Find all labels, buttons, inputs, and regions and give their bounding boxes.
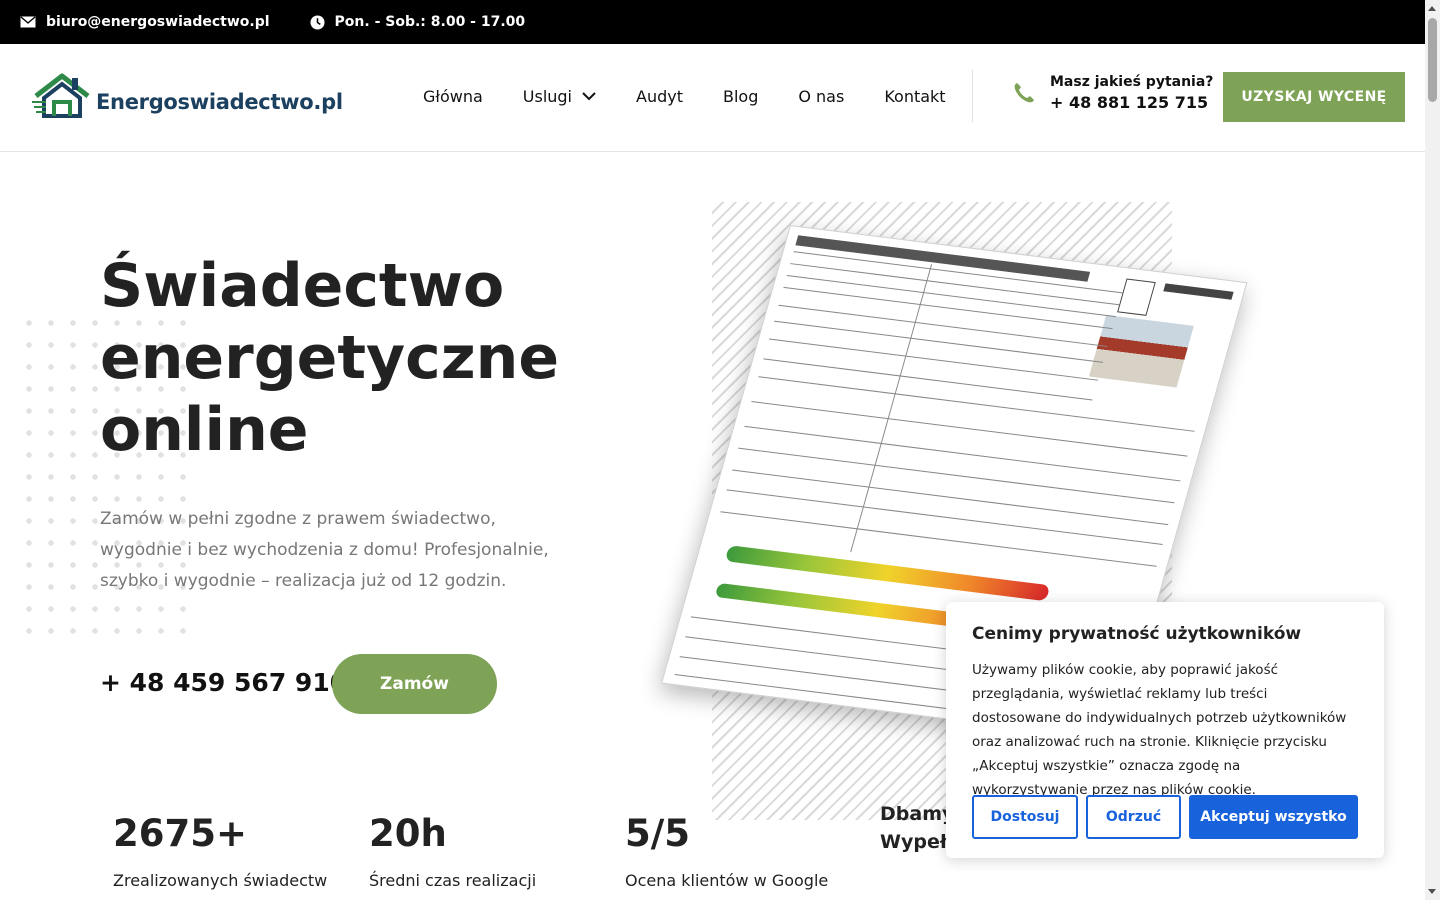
stat-number: 2675+ (113, 812, 247, 855)
scrollbar-thumb[interactable] (1428, 18, 1437, 102)
doc-signature-icon (1117, 278, 1156, 316)
nav-blog[interactable]: Blog (723, 87, 758, 106)
cookie-accept-all-button[interactable]: Akceptuj wszystko (1189, 795, 1358, 839)
cookie-title: Cenimy prywatność użytkowników (972, 624, 1302, 644)
stat-label: Ocena klientów w Google (625, 871, 829, 890)
get-quote-button[interactable]: UZYSKAJ WYCENĘ (1223, 72, 1405, 122)
topbar-email[interactable]: biuro@energoswiadectwo.pl (20, 14, 270, 30)
phone-icon (1014, 83, 1034, 103)
cookie-reject-button[interactable]: Odrzuć (1086, 795, 1181, 839)
partial-line-1: Dbamy (880, 803, 955, 825)
doc-row-line (744, 425, 1181, 482)
doc-row-line (783, 286, 1113, 330)
doc-row-line (738, 447, 1175, 504)
contact-phone[interactable]: + 48 881 125 715 (1050, 93, 1213, 112)
hero-title-line-2: energetyczne (100, 323, 560, 393)
nav-uslugi-label: Uslugi (522, 87, 572, 106)
nav-glowna[interactable]: Główna (423, 87, 483, 106)
doc-row-line (778, 304, 1108, 347)
cookie-customize-button[interactable]: Dostosuj (972, 795, 1078, 839)
doc-house-photo (1088, 314, 1194, 388)
hero-description: Zamów w pełni zgodne z prawem świadectwo… (100, 509, 549, 591)
site-header: Energoswiadectwo.pl Główna Uslugi Audyt … (0, 44, 1425, 152)
hero-title-line-1: Świadectwo (100, 251, 505, 321)
doc-row-line (768, 338, 1099, 381)
stat-realization-time: 20h Średni czas realizacji (369, 812, 536, 890)
header-contact[interactable]: Masz jakieś pytania? + 48 881 125 715 (1012, 74, 1213, 112)
stat-certificates: 2675+ Zrealizowanych świadectw (113, 812, 327, 890)
cookie-consent-banner: Cenimy prywatność użytkowników Używamy p… (946, 602, 1384, 858)
doc-stamp-bar (1163, 283, 1234, 300)
house-logo-icon (32, 73, 90, 118)
partially-hidden-heading: Dbamy Wypeł (880, 800, 954, 856)
header-divider (972, 70, 973, 122)
logo[interactable]: Energoswiadectwo.pl (32, 72, 343, 118)
chevron-down-icon (582, 92, 596, 101)
scroll-down-arrow-icon[interactable] (1428, 889, 1436, 894)
topbar-email-text: biuro@energoswiadectwo.pl (46, 14, 270, 30)
cookie-text: Używamy plików cookie, aby poprawić jako… (972, 662, 1347, 798)
doc-row-line (726, 489, 1163, 545)
stat-label: Średni czas realizacji (369, 871, 537, 890)
hero-title-line-3: online (100, 395, 309, 465)
topbar-hours-text: Pon. - Sob.: 8.00 - 17.00 (334, 14, 526, 30)
hero-phone[interactable]: + 48 459 567 910 (100, 668, 347, 697)
nav-kontakt[interactable]: Kontakt (884, 87, 945, 106)
nav-o-nas[interactable]: O nas (798, 87, 844, 106)
main-nav: Główna Uslugi Audyt Blog O nas Kontakt (423, 87, 986, 106)
cookie-buttons: Dostosuj Odrzuć Akceptuj wszystko (972, 795, 1366, 839)
doc-row-line (786, 274, 1116, 318)
doc-row-line (763, 358, 1093, 401)
clock-icon (310, 14, 325, 30)
doc-row-line (751, 401, 1188, 457)
scroll-up-arrow-icon[interactable] (1428, 6, 1436, 11)
page-scrollbar[interactable] (1425, 0, 1440, 900)
nav-audyt[interactable]: Audyt (636, 87, 683, 106)
stat-label: Zrealizowanych świadectw (113, 871, 328, 890)
order-button[interactable]: Zamów (332, 654, 497, 714)
logo-text: Energoswiadectwo.pl (96, 90, 343, 114)
stat-number: 5/5 (625, 812, 691, 855)
doc-row-line (773, 320, 1104, 363)
stat-number: 20h (369, 812, 447, 855)
contact-question: Masz jakieś pytania? (1050, 74, 1214, 90)
topbar-hours: Pon. - Sob.: 8.00 - 17.00 (310, 14, 526, 30)
partial-line-2: Wypeł (880, 831, 947, 853)
top-bar: biuro@energoswiadectwo.pl Pon. - Sob.: 8… (0, 0, 1425, 44)
envelope-icon (20, 16, 36, 28)
stat-google-rating: 5/5 Ocena klientów w Google (625, 812, 828, 890)
nav-uslugi[interactable]: Uslugi (523, 87, 596, 106)
hero-title: Świadectwo energetyczne online (100, 250, 660, 466)
